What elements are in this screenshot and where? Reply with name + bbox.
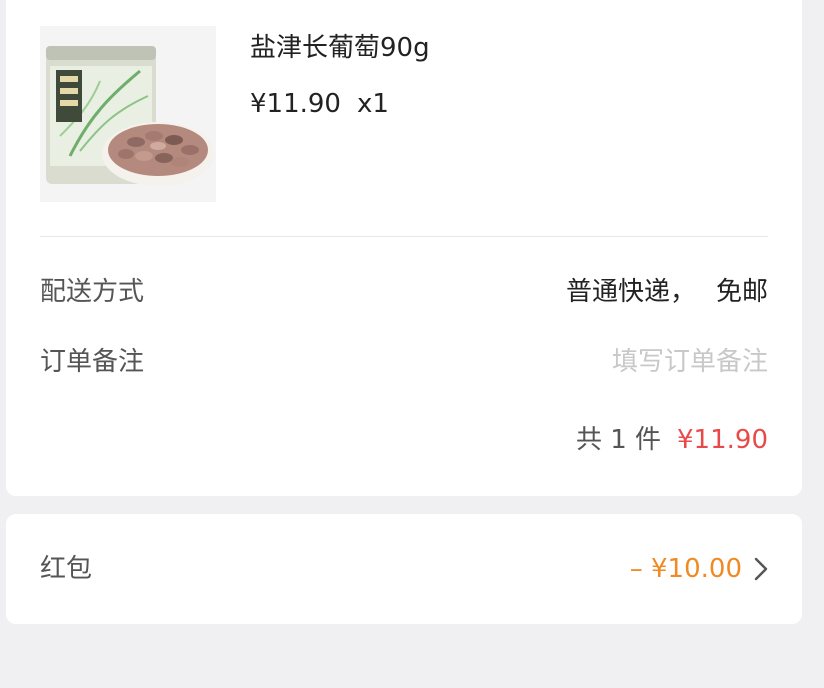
chevron-right-icon [754,557,768,581]
product-price: ¥11.90 [250,89,341,119]
shipping-fee: 免邮 [715,277,768,307]
red-packet-label: 红包 [40,554,93,584]
red-packet-row[interactable]: 红包 – ¥10.00 [6,514,802,624]
order-card: 盐津长葡萄90g ¥11.90 x1 配送方式 普通快递， 免邮 订单备注 共 1 … [6,0,802,496]
product-quantity: x1 [356,89,389,119]
red-packet-value-group[interactable]: – ¥10.00 [630,551,768,587]
shipping-label: 配送方式 [40,277,145,307]
item-count: 共 1 件 [575,425,662,455]
product-image[interactable] [40,26,216,202]
shipping-method: 普通快递， [565,277,696,307]
order-total: ¥11.90 [677,425,768,455]
product-price-line: ¥11.90 x1 [250,86,389,122]
product-name: 盐津长葡萄90g [250,33,430,63]
order-summary: 共 1 件 ¥11.90 [576,422,768,458]
order-note-label: 订单备注 [40,347,145,377]
red-packet-discount: – ¥10.00 [629,554,742,584]
shipping-value[interactable]: 普通快递， 免邮 [566,274,768,310]
raisin-jar-icon [46,46,214,186]
order-note-input[interactable] [468,340,768,384]
divider [40,236,768,237]
